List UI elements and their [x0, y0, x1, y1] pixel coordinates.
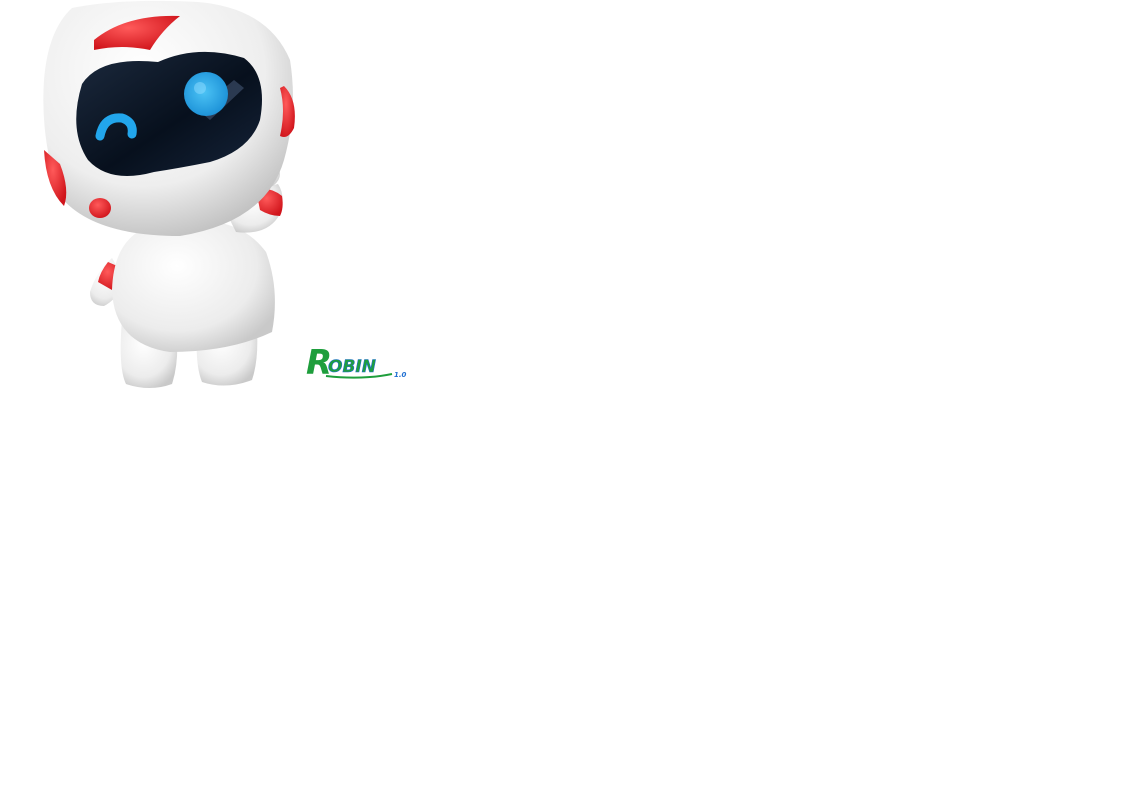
robin-logo-icon: R OBIN 1.0	[306, 343, 407, 382]
logo-version: 1.0	[394, 371, 407, 379]
canvas: R OBIN 1.0	[0, 0, 1121, 793]
robot-round-eye	[184, 72, 228, 116]
robot-mascot-icon	[43, 0, 295, 388]
robot-body	[112, 220, 275, 352]
logo-word: OBIN	[328, 357, 376, 377]
robot-head	[43, 0, 295, 236]
